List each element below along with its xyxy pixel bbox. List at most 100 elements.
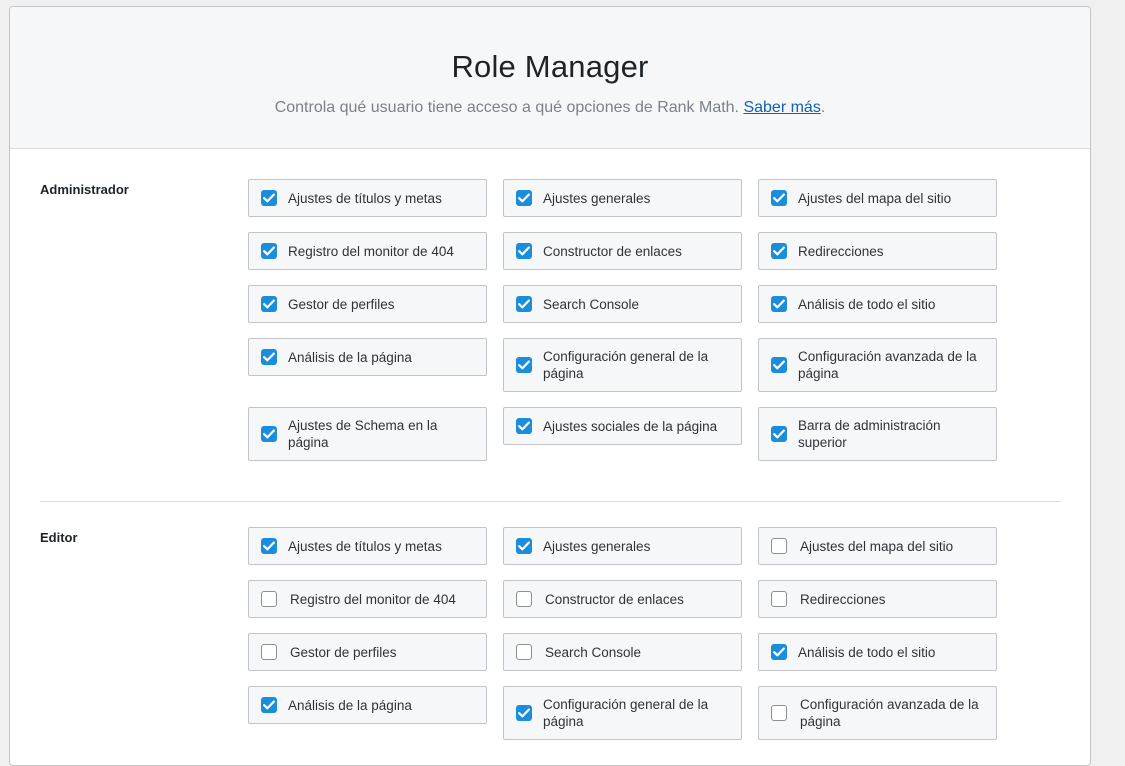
capabilities-grid: Ajustes de títulos y metas Ajustes genera… — [248, 179, 1060, 461]
checkmark-icon — [773, 360, 785, 370]
checkbox-checked[interactable] — [516, 357, 532, 373]
checkbox-checked[interactable] — [516, 296, 532, 312]
capability-gestor-de-perfiles[interactable]: Gestor de perfiles — [248, 285, 487, 323]
capability-redirecciones[interactable]: Redirecciones — [758, 232, 997, 270]
capability-label: Registro del monitor de 404 — [288, 243, 454, 259]
capability-label: Ajustes de Schema en la página — [288, 418, 438, 450]
checkbox-checked[interactable] — [516, 190, 532, 206]
page-description: Controla qué usuario tiene acceso a qué … — [10, 99, 1090, 117]
checkbox-checked[interactable] — [771, 357, 787, 373]
checkbox-checked[interactable] — [516, 705, 532, 721]
checkbox-checked[interactable] — [771, 243, 787, 259]
capability-gestor-de-perfiles[interactable]: Gestor de perfiles — [248, 633, 487, 671]
capability-label: Ajustes del mapa del sitio — [800, 538, 954, 554]
checkmark-icon — [263, 352, 275, 362]
capability-ajustes-del-mapa-del-sitio[interactable]: Ajustes del mapa del sitio — [758, 179, 997, 217]
capability-label: Configuración general de la página — [543, 697, 709, 729]
capability-label: Redirecciones — [800, 591, 886, 607]
checkbox-unchecked[interactable] — [261, 644, 277, 660]
checkbox-checked[interactable] — [261, 190, 277, 206]
checkbox-checked[interactable] — [771, 296, 787, 312]
checkmark-icon — [773, 429, 785, 439]
checkmark-icon — [518, 541, 530, 551]
capability-label: Análisis de todo el sitio — [798, 644, 936, 660]
checkmark-icon — [773, 193, 785, 203]
capability-label: Configuración avanzada de la página — [798, 349, 977, 381]
checkbox-checked[interactable] — [261, 243, 277, 259]
capability-label: Ajustes generales — [543, 538, 651, 554]
checkbox-checked[interactable] — [516, 418, 532, 434]
checkbox-checked[interactable] — [771, 426, 787, 442]
checkmark-icon — [518, 421, 530, 431]
capability-ajustes-de-titulos-y-metas[interactable]: Ajustes de títulos y metas — [248, 527, 487, 565]
capability-label: Ajustes generales — [543, 190, 651, 206]
capability-label: Redirecciones — [798, 243, 884, 259]
checkbox-checked[interactable] — [261, 349, 277, 365]
role-manager-panel: Role Manager Controla qué usuario tiene … — [9, 6, 1091, 766]
checkmark-icon — [263, 246, 275, 256]
capability-constructor-de-enlaces[interactable]: Constructor de enlaces — [503, 580, 742, 618]
capability-configuracion-general-de-la-pagina[interactable]: Configuración general de la página — [503, 338, 742, 392]
checkbox-checked[interactable] — [261, 296, 277, 312]
capability-label: Constructor de enlaces — [545, 591, 684, 607]
checkbox-checked[interactable] — [771, 644, 787, 660]
capability-ajustes-generales[interactable]: Ajustes generales — [503, 179, 742, 217]
checkmark-icon — [263, 193, 275, 203]
capability-search-console[interactable]: Search Console — [503, 285, 742, 323]
checkbox-checked[interactable] — [516, 538, 532, 554]
checkbox-unchecked[interactable] — [261, 591, 277, 607]
checkbox-unchecked[interactable] — [771, 538, 787, 554]
capability-search-console[interactable]: Search Console — [503, 633, 742, 671]
capability-label: Ajustes de títulos y metas — [288, 190, 442, 206]
capability-label: Configuración general de la página — [543, 349, 709, 381]
capability-label: Search Console — [545, 644, 642, 660]
learn-more-link[interactable]: Saber más — [743, 99, 820, 116]
checkbox-checked[interactable] — [516, 243, 532, 259]
capability-label: Ajustes del mapa del sitio — [798, 190, 952, 206]
checkbox-checked[interactable] — [261, 697, 277, 713]
capability-configuracion-avanzada-de-la-pagina[interactable]: Configuración avanzada de la página — [758, 338, 997, 392]
capability-ajustes-de-schema-en-la-pagina[interactable]: Ajustes de Schema en la página — [248, 407, 487, 461]
checkbox-checked[interactable] — [261, 426, 277, 442]
description-period: . — [820, 99, 826, 116]
checkmark-icon — [518, 299, 530, 309]
checkmark-icon — [518, 246, 530, 256]
capability-analisis-de-la-pagina[interactable]: Análisis de la página — [248, 338, 487, 376]
checkmark-icon — [773, 299, 785, 309]
capability-ajustes-generales[interactable]: Ajustes generales — [503, 527, 742, 565]
capability-configuracion-avanzada-de-la-pagina[interactable]: Configuración avanzada de la página — [758, 686, 997, 740]
capability-constructor-de-enlaces[interactable]: Constructor de enlaces — [503, 232, 742, 270]
checkmark-icon — [518, 193, 530, 203]
checkbox-unchecked[interactable] — [516, 644, 532, 660]
capability-registro-del-monitor-de-404[interactable]: Registro del monitor de 404 — [248, 232, 487, 270]
checkmark-icon — [263, 700, 275, 710]
capability-analisis-de-todo-el-sitio[interactable]: Análisis de todo el sitio — [758, 633, 997, 671]
checkmark-icon — [263, 299, 275, 309]
capability-barra-de-administracion-superior[interactable]: Barra de administración superior — [758, 407, 997, 461]
capability-ajustes-de-titulos-y-metas[interactable]: Ajustes de títulos y metas — [248, 179, 487, 217]
role-name: Editor — [40, 530, 78, 545]
capability-analisis-de-todo-el-sitio[interactable]: Análisis de todo el sitio — [758, 285, 997, 323]
checkmark-icon — [518, 708, 530, 718]
checkbox-unchecked[interactable] — [771, 591, 787, 607]
capability-label: Análisis de la página — [288, 697, 412, 713]
checkbox-checked[interactable] — [261, 538, 277, 554]
role-section-administrador: Administrador Ajustes de títulos y metas A… — [40, 149, 1060, 501]
page-title: Role Manager — [451, 49, 649, 84]
capability-label: Constructor de enlaces — [543, 243, 682, 259]
capability-label: Gestor de perfiles — [290, 644, 397, 660]
checkmark-icon — [263, 541, 275, 551]
checkmark-icon — [773, 246, 785, 256]
capability-label: Análisis de todo el sitio — [798, 296, 936, 312]
checkbox-unchecked[interactable] — [516, 591, 532, 607]
checkbox-checked[interactable] — [771, 190, 787, 206]
capability-label: Análisis de la página — [288, 349, 412, 365]
capability-registro-del-monitor-de-404[interactable]: Registro del monitor de 404 — [248, 580, 487, 618]
capability-ajustes-del-mapa-del-sitio[interactable]: Ajustes del mapa del sitio — [758, 527, 997, 565]
capability-redirecciones[interactable]: Redirecciones — [758, 580, 997, 618]
capability-analisis-de-la-pagina[interactable]: Análisis de la página — [248, 686, 487, 724]
capability-ajustes-sociales-de-la-pagina[interactable]: Ajustes sociales de la página — [503, 407, 742, 445]
capability-configuracion-general-de-la-pagina[interactable]: Configuración general de la página — [503, 686, 742, 740]
checkbox-unchecked[interactable] — [771, 705, 787, 721]
checkmark-icon — [518, 360, 530, 370]
